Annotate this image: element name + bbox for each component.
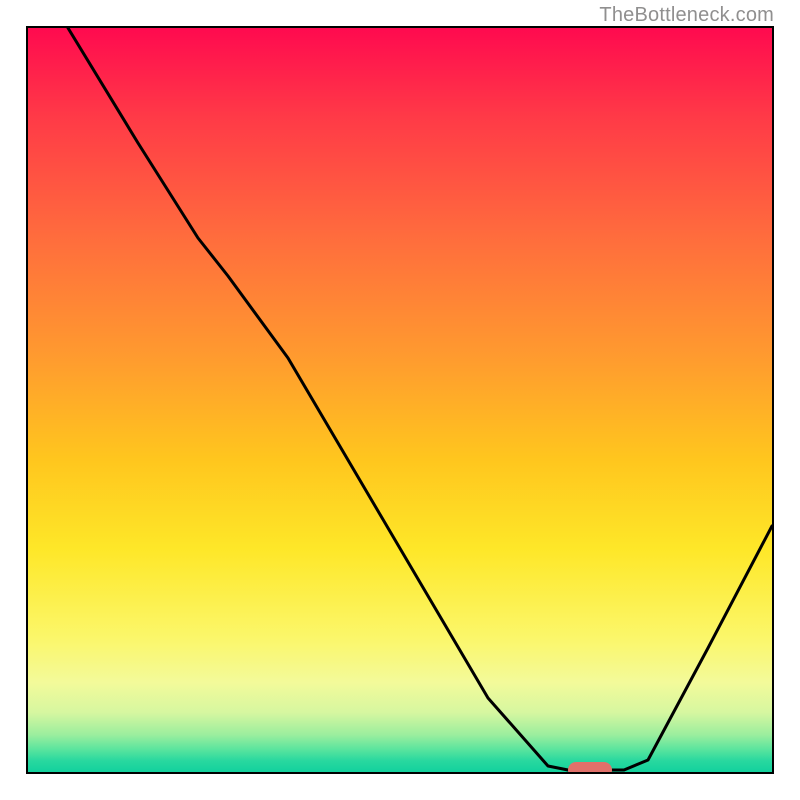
chart-background-gradient [28,28,772,772]
optimal-point-marker [568,762,612,774]
watermark-text: TheBottleneck.com [599,4,774,27]
chart-frame [26,26,774,774]
